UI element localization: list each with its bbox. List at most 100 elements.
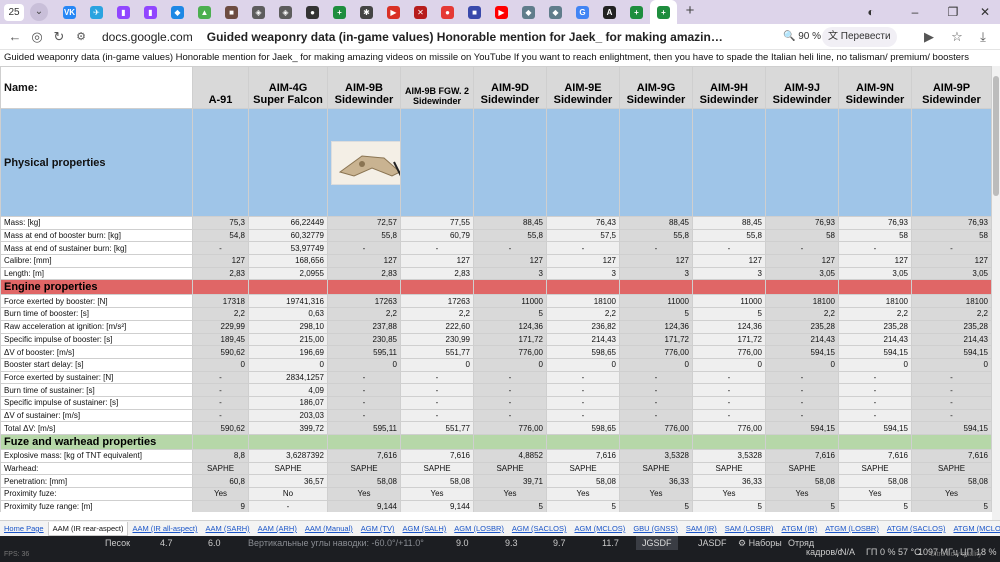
data-cell[interactable]: 11000: [473, 294, 547, 309]
data-cell[interactable]: -: [765, 383, 839, 397]
data-cell[interactable]: SAPHE: [192, 461, 249, 476]
restore-icon[interactable]: ❐: [938, 0, 968, 24]
bookmark-icon[interactable]: ☆: [946, 26, 968, 48]
data-cell[interactable]: -: [248, 499, 328, 512]
data-cell[interactable]: 2,83: [192, 266, 249, 281]
data-cell[interactable]: 3,6287392: [248, 449, 328, 463]
data-cell[interactable]: 60,8: [192, 474, 249, 489]
data-cell[interactable]: 214,43: [546, 332, 620, 347]
data-cell[interactable]: 3,05: [911, 266, 992, 281]
data-cell[interactable]: 18100: [765, 294, 839, 309]
data-cell[interactable]: 17318: [192, 294, 249, 309]
data-cell[interactable]: 5: [838, 499, 912, 512]
data-cell[interactable]: 3: [473, 266, 547, 281]
browser-tab[interactable]: +: [623, 0, 650, 24]
extension-icon[interactable]: ◐: [856, 0, 886, 24]
sheet-tab[interactable]: AGM (SACLOS): [508, 524, 571, 533]
row-label[interactable]: Explosive mass: [kg of TNT equivalent]: [0, 449, 193, 463]
data-cell[interactable]: 5: [473, 307, 547, 321]
sheet-tab[interactable]: AGM (MCLOS): [570, 524, 629, 533]
data-cell[interactable]: 7,616: [400, 449, 474, 463]
sheet-tab[interactable]: ATGM (MCLOS): [949, 524, 1000, 533]
data-cell[interactable]: -: [546, 370, 620, 385]
data-cell[interactable]: Yes: [765, 487, 839, 501]
data-cell[interactable]: 229,99: [192, 319, 249, 334]
column-header[interactable]: AIM-9B FGW. 2 Sidewinder: [400, 66, 474, 109]
engine-properties-band-cell[interactable]: [765, 279, 839, 296]
data-cell[interactable]: 5: [546, 499, 620, 512]
data-cell[interactable]: 590,62: [192, 345, 249, 359]
data-cell[interactable]: Yes: [546, 487, 620, 501]
data-cell[interactable]: 3,05: [765, 266, 839, 281]
site-settings-icon[interactable]: ⚙: [70, 26, 92, 48]
data-cell[interactable]: 237,88: [327, 319, 401, 334]
data-cell[interactable]: SAPHE: [619, 461, 693, 476]
data-cell[interactable]: 0: [619, 357, 693, 372]
data-cell[interactable]: -: [473, 408, 547, 423]
data-cell[interactable]: 17263: [327, 294, 401, 309]
data-cell[interactable]: 4,8852: [473, 449, 547, 463]
row-label[interactable]: Length: [m]: [0, 266, 193, 281]
column-header[interactable]: AIM-4G Super Falcon: [248, 66, 328, 109]
data-cell[interactable]: 235,28: [765, 319, 839, 334]
data-cell[interactable]: 76,93: [838, 216, 912, 230]
sheet-tab[interactable]: AAM (ARH): [254, 524, 301, 533]
data-cell[interactable]: 55,8: [619, 228, 693, 243]
data-cell[interactable]: -: [400, 383, 474, 397]
data-cell[interactable]: 399,72: [248, 421, 328, 435]
data-cell[interactable]: 127: [911, 254, 992, 268]
physical-cell[interactable]: [911, 108, 992, 217]
data-cell[interactable]: 0: [765, 357, 839, 372]
data-cell[interactable]: -: [765, 241, 839, 256]
data-cell[interactable]: -: [911, 241, 992, 256]
fuze-warhead-properties-band-cell[interactable]: [248, 434, 328, 450]
data-cell[interactable]: 60,79: [400, 228, 474, 243]
column-header[interactable]: AIM-9J Sidewinder: [765, 66, 839, 109]
physical-cell[interactable]: [192, 108, 249, 217]
browser-tab[interactable]: ●: [299, 0, 326, 24]
browser-tab[interactable]: ◈: [245, 0, 272, 24]
data-cell[interactable]: 0: [473, 357, 547, 372]
data-cell[interactable]: 5: [473, 499, 547, 512]
data-cell[interactable]: 235,28: [838, 319, 912, 334]
sheet-tab[interactable]: ATGM (SACLOS): [883, 524, 950, 533]
profile-icon[interactable]: ◎: [26, 26, 48, 48]
data-cell[interactable]: 2,0955: [248, 266, 328, 281]
data-cell[interactable]: -: [546, 383, 620, 397]
browser-tab[interactable]: ●: [434, 0, 461, 24]
data-cell[interactable]: 76,93: [765, 216, 839, 230]
data-cell[interactable]: 594,15: [911, 345, 992, 359]
data-cell[interactable]: -: [911, 408, 992, 423]
download-icon[interactable]: ⤓: [972, 26, 994, 48]
row-label[interactable]: Total ΔV: [m/s]: [0, 421, 193, 435]
data-cell[interactable]: SAPHE: [400, 461, 474, 476]
data-cell[interactable]: 189,45: [192, 332, 249, 347]
engine-properties-band-cell[interactable]: [473, 279, 547, 296]
browser-tab[interactable]: A: [596, 0, 623, 24]
data-cell[interactable]: SAPHE: [838, 461, 912, 476]
engine-properties-band-cell[interactable]: [911, 279, 992, 296]
data-cell[interactable]: 7,616: [838, 449, 912, 463]
data-cell[interactable]: -: [327, 408, 401, 423]
row-label[interactable]: Raw acceleration at ignition: [m/s²]: [0, 319, 193, 334]
column-header[interactable]: AIM-9N Sidewinder: [838, 66, 912, 109]
browser-tab[interactable]: ✱: [353, 0, 380, 24]
data-cell[interactable]: 127: [400, 254, 474, 268]
browser-tab[interactable]: ■: [218, 0, 245, 24]
data-cell[interactable]: 9,144: [400, 499, 474, 512]
data-cell[interactable]: 0: [248, 357, 328, 372]
data-cell[interactable]: 9,144: [327, 499, 401, 512]
data-cell[interactable]: -: [692, 408, 766, 423]
data-cell[interactable]: 171,72: [692, 332, 766, 347]
physical-cell[interactable]: [692, 108, 766, 217]
row-label[interactable]: Penetration: [mm]: [0, 474, 193, 489]
minimize-icon[interactable]: –: [900, 0, 930, 24]
sheet-tab[interactable]: AGM (TV): [357, 524, 399, 533]
url-domain[interactable]: docs.google.com: [102, 30, 193, 44]
data-cell[interactable]: SAPHE: [765, 461, 839, 476]
data-cell[interactable]: 127: [192, 254, 249, 268]
physical-cell[interactable]: [473, 108, 547, 217]
scrollbar-thumb[interactable]: [993, 76, 999, 196]
data-cell[interactable]: -: [327, 370, 401, 385]
data-cell[interactable]: 88,45: [692, 216, 766, 230]
